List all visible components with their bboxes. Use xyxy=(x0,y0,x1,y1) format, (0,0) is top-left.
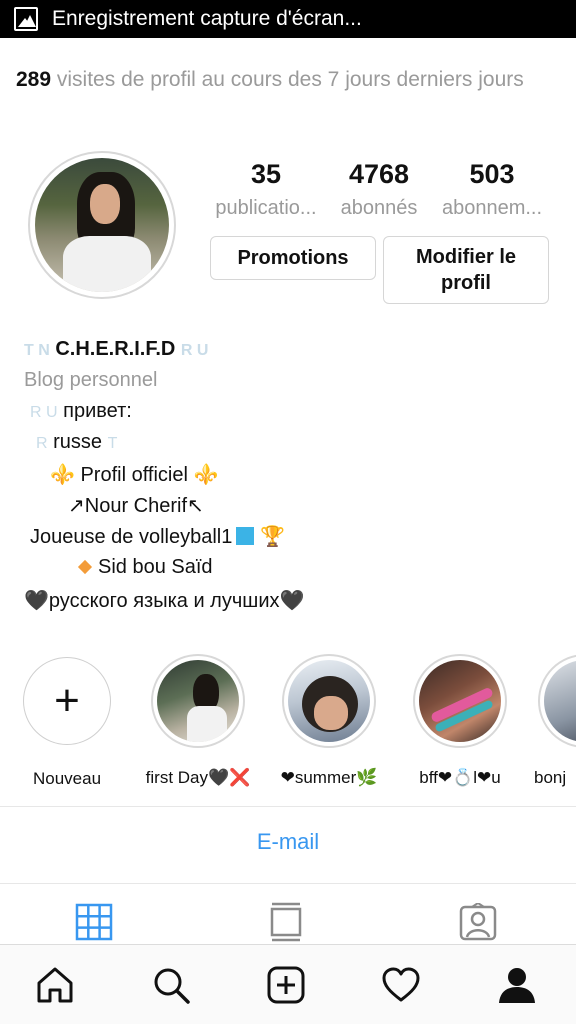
feed-icon[interactable] xyxy=(266,902,306,942)
blue-square-icon xyxy=(236,527,255,545)
highlight-cover xyxy=(544,660,576,742)
divider xyxy=(0,806,576,807)
profile-icon[interactable] xyxy=(497,965,537,1005)
name-text: C.H.E.R.I.F.D xyxy=(55,338,176,360)
stat-followers[interactable]: 4768 abonnés xyxy=(334,158,424,226)
following-label: abonnem... xyxy=(441,197,543,219)
posts-count: 35 xyxy=(250,159,282,189)
add-icon[interactable] xyxy=(266,965,306,1005)
followers-label: abonnés xyxy=(340,197,418,219)
line6-text: Sid bou Saïd xyxy=(98,556,213,578)
line2-glyph-right: T xyxy=(107,435,118,452)
bio-line-name: ↗Nour Cherif↖ xyxy=(68,495,204,517)
trophy-icon: 🏆 xyxy=(259,526,285,548)
line1-text: привет: xyxy=(63,400,132,422)
orange-diamond-icon xyxy=(77,559,93,575)
highlight-item[interactable]: bff❤💍l❤u xyxy=(407,654,513,788)
avatar[interactable] xyxy=(28,151,176,299)
highlight-cover xyxy=(288,660,370,742)
highlight-item[interactable]: bonj xyxy=(530,654,576,788)
highlight-cover xyxy=(419,660,501,742)
status-bar: Enregistrement capture d'écran... xyxy=(0,0,576,38)
bio-line-location: Sid bou Saïd xyxy=(77,556,213,579)
highlight-label: bonj xyxy=(534,768,567,787)
bio-line-official: ⚜️ Profil officiel ⚜️ xyxy=(50,464,219,486)
visits-count: 289 xyxy=(16,68,52,91)
posts-label: publicatio... xyxy=(215,197,317,219)
home-icon[interactable] xyxy=(35,965,75,1005)
screenshot-icon xyxy=(14,7,38,31)
profile-name: T N C.H.E.R.I.F.D R U xyxy=(24,338,208,361)
divider xyxy=(0,883,576,884)
plus-icon: + xyxy=(23,657,111,745)
stat-posts[interactable]: 35 publicatio... xyxy=(208,158,324,226)
bio-line-russe: R russe T xyxy=(36,431,117,454)
heart-icon[interactable] xyxy=(381,965,421,1005)
highlight-label: bff❤💍l❤u xyxy=(419,768,501,787)
grid-icon[interactable] xyxy=(74,902,114,942)
highlight-item[interactable]: first Day🖤❌ xyxy=(145,654,251,788)
name-prefix-glyphs: T N xyxy=(24,342,50,359)
highlight-item[interactable]: ❤summer🌿 xyxy=(276,654,382,788)
avatar-photo xyxy=(35,158,169,292)
line5-text: Joueuse de volleyball1 xyxy=(30,526,233,548)
highlight-new[interactable]: + Nouveau xyxy=(14,654,120,789)
edit-profile-button[interactable]: Modifier le profil xyxy=(383,236,549,304)
tagged-icon[interactable] xyxy=(458,902,498,942)
search-icon[interactable] xyxy=(151,965,191,1005)
profile-tabs xyxy=(0,902,576,942)
line2-glyph-left: R xyxy=(36,435,48,452)
highlight-label: Nouveau xyxy=(32,769,102,788)
profile-visits: 289 visites de profil au cours des 7 jou… xyxy=(16,68,524,92)
line2-text: russe xyxy=(53,431,103,453)
bottom-navigation xyxy=(0,944,576,1024)
promotions-button[interactable]: Promotions xyxy=(210,236,376,280)
highlight-label: first Day🖤❌ xyxy=(145,768,251,787)
followers-count: 4768 xyxy=(348,159,410,189)
visits-text: visites de profil au cours des 7 jours d… xyxy=(56,68,524,91)
bio-line-russian: 🖤русского языка и лучших🖤 xyxy=(24,590,305,612)
line1-glyphs: R U xyxy=(30,404,58,421)
following-count: 503 xyxy=(469,159,515,189)
profile-category: Blog personnel xyxy=(24,369,158,391)
highlight-cover xyxy=(157,660,239,742)
highlight-label: ❤summer🌿 xyxy=(280,768,378,787)
bio-line-greeting: R U привет: xyxy=(30,400,132,423)
status-text: Enregistrement capture d'écran... xyxy=(52,7,362,30)
stat-following[interactable]: 503 abonnem... xyxy=(434,158,550,226)
name-suffix-glyphs: R U xyxy=(180,342,209,359)
bio-line-volleyball: Joueuse de volleyball1 🏆 xyxy=(30,524,285,549)
email-button[interactable]: E-mail xyxy=(0,829,576,855)
